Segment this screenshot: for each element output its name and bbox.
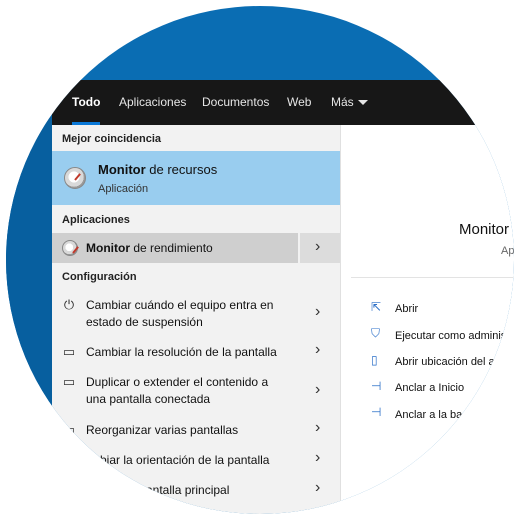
display-icon: ▭ xyxy=(62,452,76,467)
section-heading-best: Mejor coincidencia xyxy=(62,133,162,145)
tab-todo[interactable]: Todo xyxy=(72,80,101,125)
section-heading-settings: Configuración xyxy=(62,271,137,283)
settings-item-label: Cambiar cuándo el equipo entra en estado … xyxy=(86,298,274,329)
chevron-right-icon: › xyxy=(315,449,321,466)
app-result-title: Monitor de rendimiento xyxy=(86,241,213,255)
chevron-right-icon: › xyxy=(315,341,321,358)
chevron-right-icon: › xyxy=(315,419,321,436)
preview-pane: Monitor Ap ⇱ Abrir ⛉ Ejecutar como admin… xyxy=(340,125,514,514)
app-result-expand-button[interactable]: › xyxy=(300,233,340,263)
display-icon: ▭ xyxy=(62,344,76,359)
resource-monitor-icon xyxy=(64,167,86,189)
results-list: Mejor coincidencia Monitor de recursos A… xyxy=(52,125,340,514)
file-location-icon: ▯ xyxy=(371,353,378,367)
tab-web[interactable]: Web xyxy=(287,80,311,125)
open-icon: ⇱ xyxy=(371,300,382,314)
display-icon: ▭ xyxy=(62,422,76,437)
preview-subtitle: Ap xyxy=(501,245,514,257)
chevron-right-icon: › xyxy=(315,238,321,255)
power-icon: ⏻ xyxy=(63,297,75,312)
best-match-title: Monitor de recursos xyxy=(98,162,218,177)
chevron-down-icon xyxy=(357,100,368,106)
tab-documentos[interactable]: Documentos xyxy=(202,80,269,125)
preview-title: Monitor xyxy=(459,221,510,238)
settings-item-label: Reorganizar varias pantallas xyxy=(86,423,239,437)
settings-item-label: Cambiar la resolución de la pantalla xyxy=(86,345,277,359)
settings-item-label: antalla principal xyxy=(146,483,230,497)
desktop-background xyxy=(6,80,52,514)
best-match-type: Aplicación xyxy=(98,183,149,195)
best-match-item[interactable]: Monitor de recursos Aplicación xyxy=(52,151,340,205)
chevron-right-icon: › xyxy=(315,303,321,320)
settings-item-label: Duplicar o extender el contenido a una pa… xyxy=(86,375,269,406)
display-icon: ▭ xyxy=(62,374,76,389)
tab-mas[interactable]: Más xyxy=(331,80,368,125)
magnified-view: Todo Aplicaciones Documentos Web Más Mej… xyxy=(6,6,514,514)
tab-aplicaciones[interactable]: Aplicaciones xyxy=(119,80,186,125)
chevron-right-icon: › xyxy=(315,479,321,496)
shield-icon: ⛉ xyxy=(371,326,381,340)
search-filter-bar: Todo Aplicaciones Documentos Web Más xyxy=(52,80,514,125)
app-result-performance-monitor[interactable]: Monitor de rendimiento xyxy=(52,233,298,263)
settings-item-label: mbiar la orientación de la pantalla xyxy=(90,453,270,467)
performance-monitor-icon xyxy=(62,240,78,256)
divider xyxy=(351,277,514,278)
pin-icon: ⊣ xyxy=(371,405,382,419)
section-heading-apps: Aplicaciones xyxy=(62,214,130,226)
chevron-right-icon: › xyxy=(315,381,321,398)
pin-icon: ⊣ xyxy=(371,379,382,393)
